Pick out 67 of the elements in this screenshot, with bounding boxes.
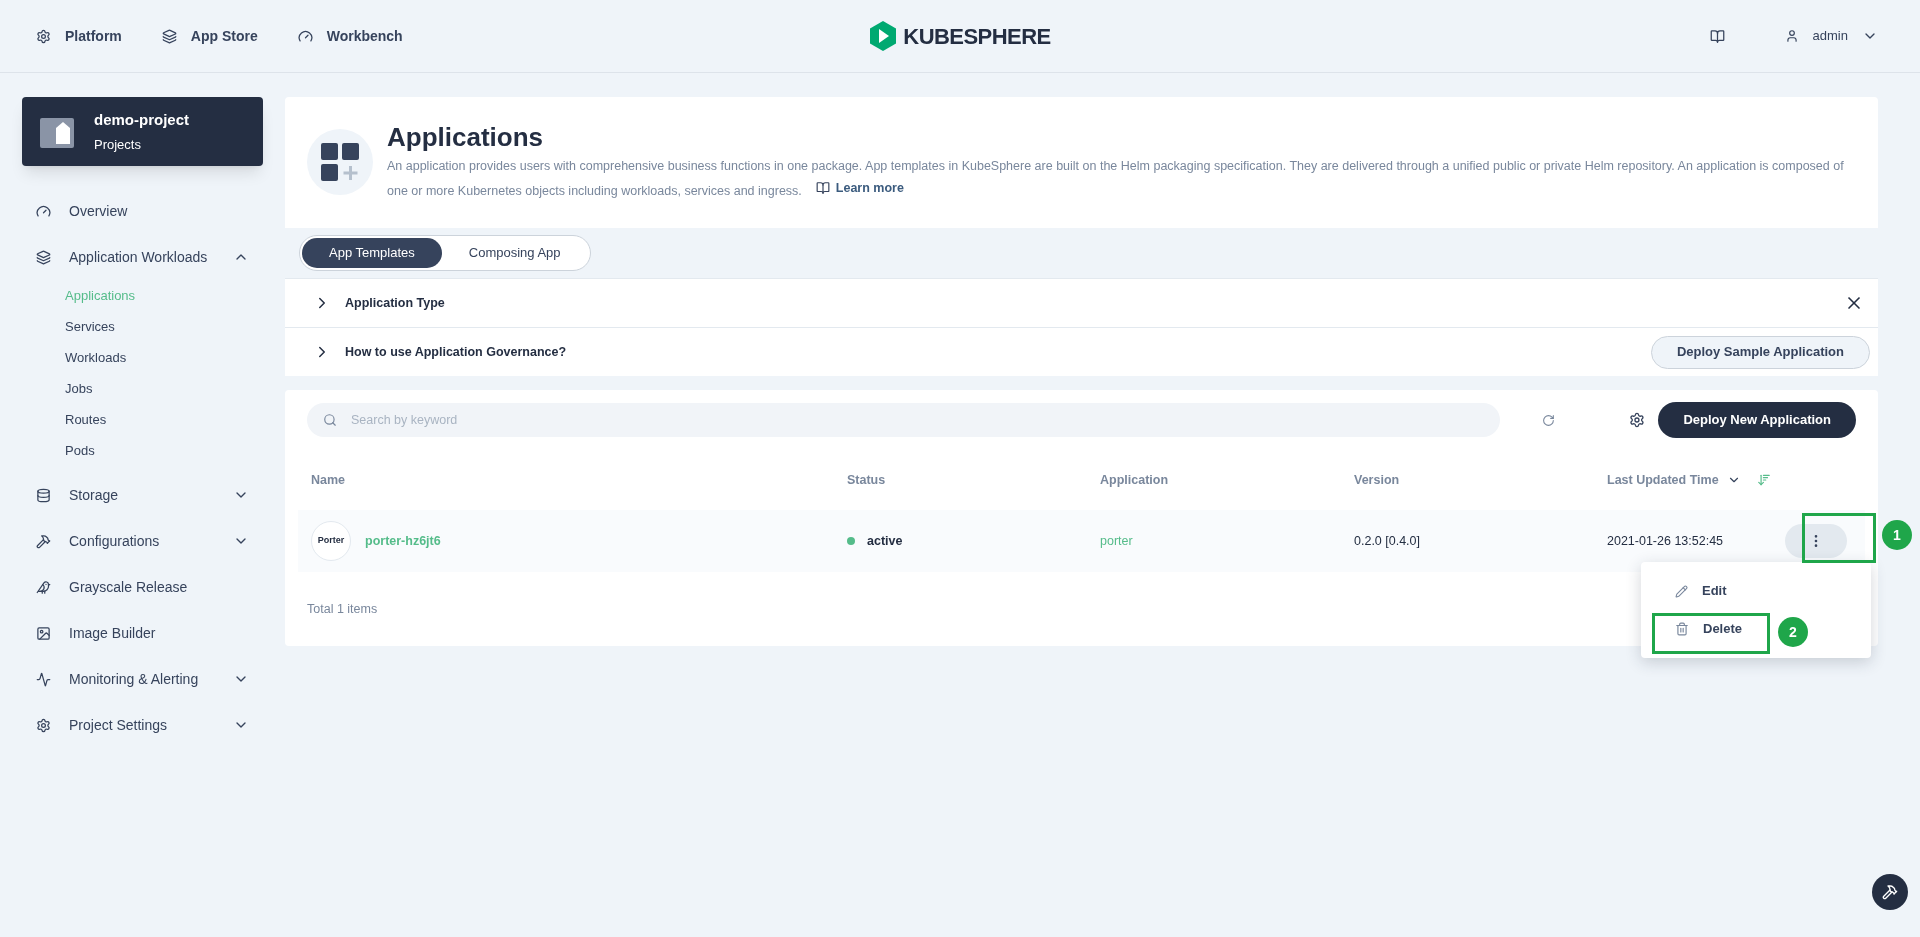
sidebar-item[interactable]: Configurations xyxy=(22,518,263,564)
refresh-icon[interactable] xyxy=(1541,413,1555,427)
nav-link[interactable]: App Store xyxy=(161,25,258,47)
project-type: Projects xyxy=(94,136,142,154)
tab[interactable]: App Templates xyxy=(302,238,442,268)
page-description: An application provides users with comprehensive business functions in one package. App templates in KubeSphere are built on the Helm packaging specification. They are delivered through a unified public or private Helm repository. An application is composed of one or more Kubernetes objects including workloads, services and ingress. Learn more xyxy=(387,158,1845,201)
sidebar-subitem[interactable]: Workloads xyxy=(22,342,263,373)
sidebar-subitem[interactable]: Routes xyxy=(22,404,263,435)
pulse-icon xyxy=(36,671,51,687)
hammer-icon xyxy=(1882,884,1898,900)
gauge-icon xyxy=(297,28,313,44)
info-row-label: How to use Application Governance? xyxy=(345,343,568,361)
trash-icon xyxy=(1675,622,1689,636)
table-cell-text: active xyxy=(867,532,903,550)
column-header: Version xyxy=(1354,471,1400,489)
sidebar-item[interactable]: Monitoring & Alerting xyxy=(22,656,263,702)
sidebar-item[interactable]: Overview xyxy=(22,188,263,234)
gauge-icon xyxy=(36,203,51,219)
user-menu[interactable]: admin xyxy=(1784,26,1878,46)
image-icon xyxy=(36,625,51,641)
sidebar-item[interactable]: Image Builder xyxy=(22,610,263,656)
sidebar-subitem[interactable]: Jobs xyxy=(22,373,263,404)
sidebar-subitem[interactable]: Pods xyxy=(22,435,263,466)
sidebar-subitem[interactable]: Services xyxy=(22,311,263,342)
more-button[interactable] xyxy=(1785,524,1847,558)
gear-icon xyxy=(36,717,51,733)
book-icon xyxy=(815,181,830,195)
step-badge: 1 xyxy=(1882,520,1912,550)
logo-text: KUBESPHERE xyxy=(903,22,1051,51)
database-icon xyxy=(36,487,51,503)
pencil-icon xyxy=(1675,584,1688,598)
sidebar-item[interactable]: Storage xyxy=(22,472,263,518)
gear-icon xyxy=(36,28,51,44)
nav-link[interactable]: Workbench xyxy=(297,25,403,47)
learn-more-link[interactable]: Learn more xyxy=(835,177,904,199)
column-header: Name xyxy=(311,471,346,489)
project-name: demo-project xyxy=(94,109,189,130)
bird-icon xyxy=(36,579,51,595)
settings-icon[interactable] xyxy=(1628,412,1645,428)
sidebar-item[interactable]: Application Workloads xyxy=(22,234,263,280)
info-row-label: Application Type xyxy=(345,294,446,312)
app-logo: Porter xyxy=(311,521,351,561)
column-header[interactable]: Last Updated Time xyxy=(1607,470,1719,490)
search-icon xyxy=(323,413,337,427)
sidebar-item[interactable]: Grayscale Release xyxy=(22,564,263,610)
nav-link[interactable]: Platform xyxy=(36,25,122,47)
page-title: Applications xyxy=(387,121,544,153)
project-card[interactable]: demo-project Projects xyxy=(22,97,263,166)
column-header: Application xyxy=(1100,471,1169,489)
help-button[interactable] xyxy=(1872,874,1908,910)
deploy-new-button[interactable]: Deploy New Application xyxy=(1658,402,1856,438)
table-cell: 2021-01-26 13:52:45 xyxy=(1607,533,1724,548)
book-icon[interactable] xyxy=(1709,28,1725,44)
hammer-icon xyxy=(36,533,51,549)
table-cell: 0.2.0 [0.4.0] xyxy=(1354,533,1421,548)
tab[interactable]: Composing App xyxy=(441,238,588,268)
user-icon xyxy=(1784,29,1799,43)
deploy-sample-button[interactable]: Deploy Sample Application xyxy=(1650,335,1870,369)
total-count: Total 1 items xyxy=(307,600,378,618)
layers-icon xyxy=(36,249,51,265)
layers-icon xyxy=(161,28,177,44)
logo-icon xyxy=(869,21,898,51)
apps-grid-icon xyxy=(307,129,373,195)
search-field[interactable]: Search by keyword xyxy=(307,403,1500,437)
column-header: Status xyxy=(847,471,886,489)
sidebar-item[interactable]: Project Settings xyxy=(22,702,263,748)
menu-item[interactable]: Edit xyxy=(1641,572,1871,610)
